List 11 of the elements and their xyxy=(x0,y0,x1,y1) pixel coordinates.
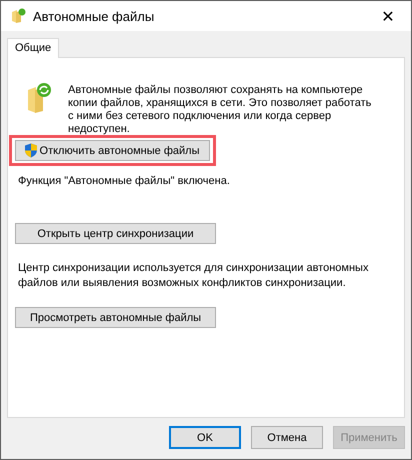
tab[interactable]: Общие xyxy=(7,38,60,58)
action-button[interactable]: Просмотреть автономные файлы xyxy=(15,307,216,328)
close-button[interactable]: ✕ xyxy=(365,1,411,31)
action-button[interactable]: Открыть центр синхронизации xyxy=(15,223,216,244)
window-title: Автономные файлы xyxy=(33,8,156,24)
status-text: Функция "Автономные файлы" включена. xyxy=(18,174,231,189)
description-text: Автономные файлы позволяют сохранять на компьютере копии файлов, хранящихся в сети. Это позволяет работать с ними без сетевого подключения или когда сервер недоступен. xyxy=(68,84,372,136)
dialog-button[interactable]: Отмена xyxy=(251,426,323,449)
dialog-button[interactable]: OK xyxy=(169,426,241,449)
action-button[interactable]: Отключить автономные файлы xyxy=(15,140,210,161)
status-text: Центр синхронизации используется для синхронизации автономных файлов или выявления возможных конфликтов синхронизации. xyxy=(18,261,370,291)
